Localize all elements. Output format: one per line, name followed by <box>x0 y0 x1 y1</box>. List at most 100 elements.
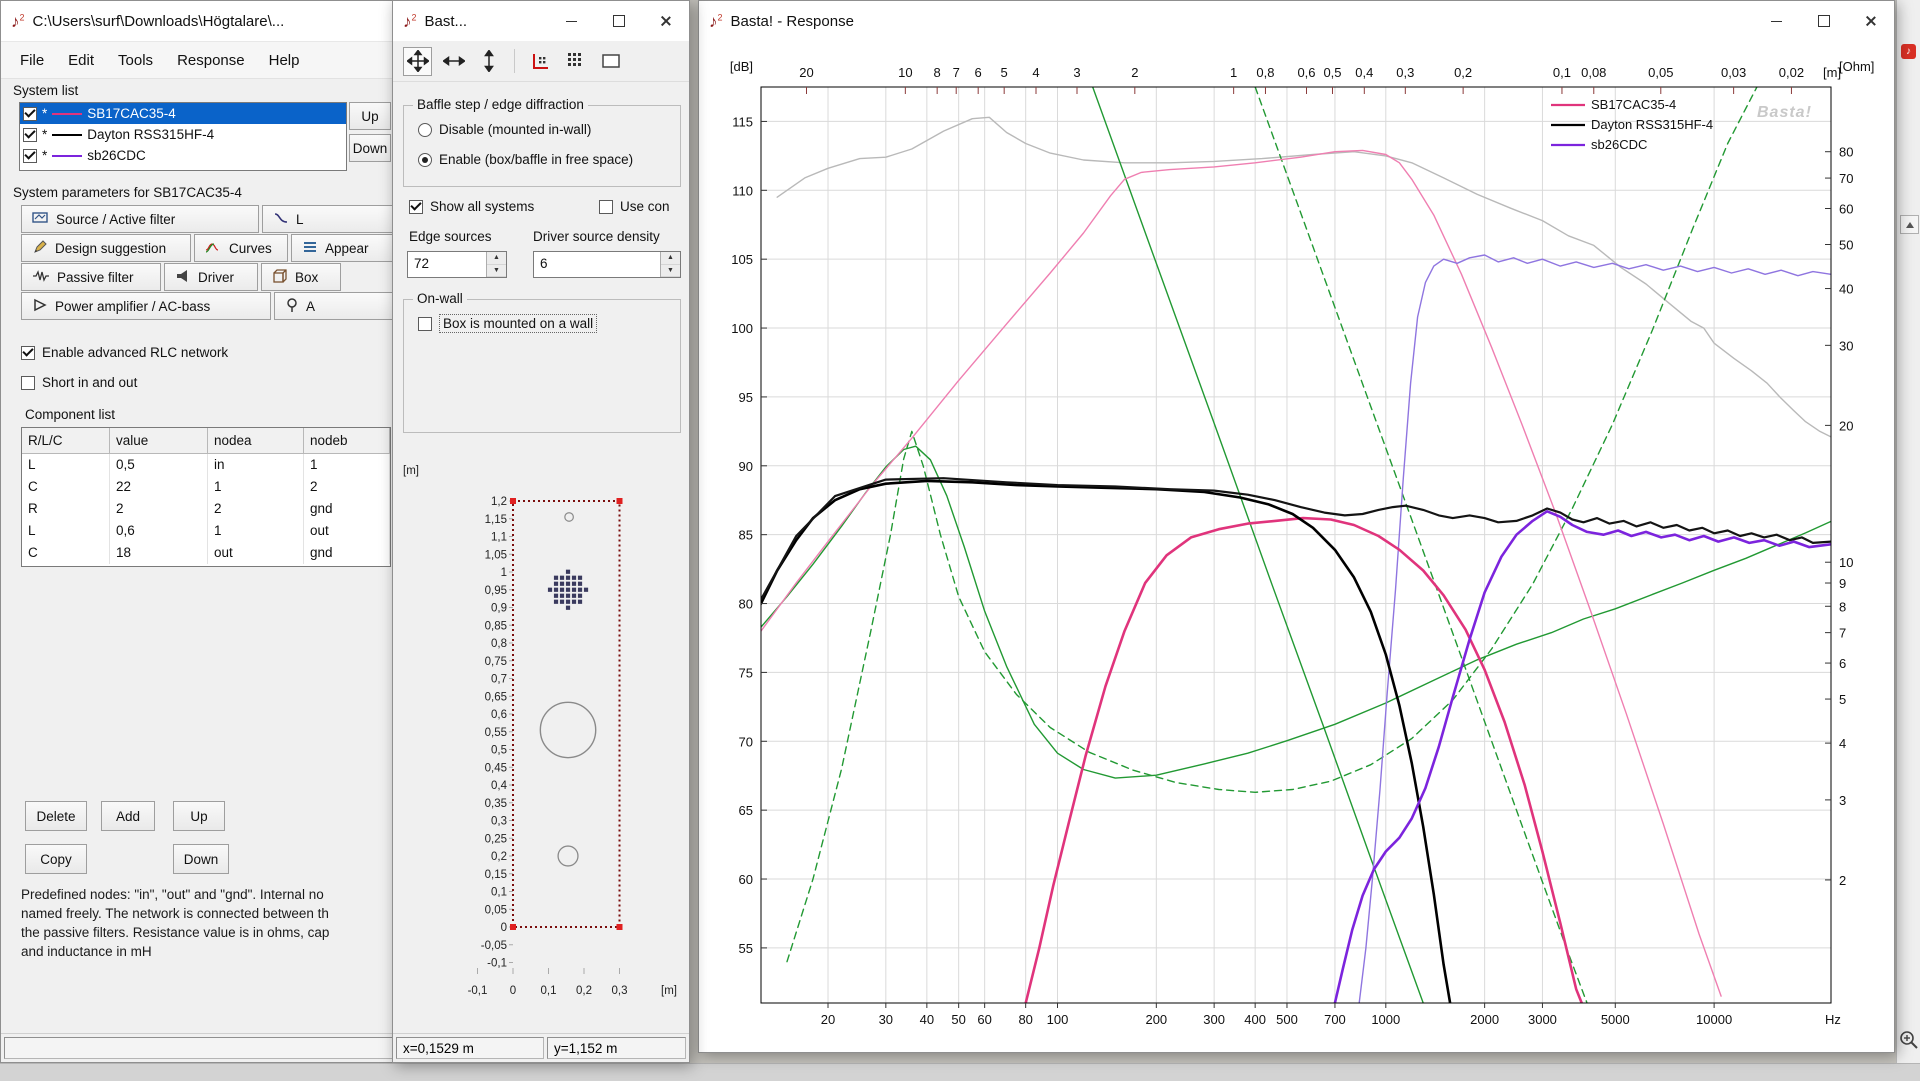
rlc-network-checkbox[interactable] <box>21 345 35 360</box>
system-list-item-sb26cdc[interactable]: * sb26CDC <box>20 145 346 166</box>
add-button[interactable]: Add <box>101 801 155 831</box>
rect-icon[interactable] <box>597 48 624 75</box>
box-on-wall-checkbox[interactable] <box>418 316 432 331</box>
driver-density-value[interactable]: 6 <box>534 252 660 277</box>
close-button[interactable] <box>1847 1 1894 41</box>
menu-tools[interactable]: Tools <box>107 47 164 74</box>
tab-l[interactable]: L <box>262 205 412 233</box>
scroll-up-button[interactable] <box>1900 215 1919 234</box>
menu-help[interactable]: Help <box>258 47 311 74</box>
baffle-window-titlebar[interactable]: ♪2 Bast... <box>393 1 689 42</box>
enable-freespace-row[interactable]: Enable (box/baffle in free space) <box>418 152 633 167</box>
column-header-rlc[interactable]: R/L/C <box>22 428 110 454</box>
driver-density-spinner[interactable]: 6 ▲ ▼ <box>533 251 681 278</box>
grid-icon[interactable] <box>562 48 589 75</box>
column-header-nodea[interactable]: nodea <box>208 428 304 454</box>
bottom-axis-labels: 20 30 40 50 60 80 100 200 300 400 500 700 1000 2000 30… <box>821 1003 1841 1027</box>
v-resize-icon[interactable] <box>475 48 502 75</box>
edge-sources-arrows[interactable]: ▲ ▼ <box>486 252 506 277</box>
edge-sources-value[interactable]: 72 <box>408 252 486 277</box>
system-visible-checkbox[interactable] <box>23 148 37 163</box>
short-in-out-checkbox[interactable] <box>21 375 35 390</box>
enable-freespace-radio[interactable] <box>418 152 432 167</box>
top-hole-circle[interactable] <box>564 512 574 522</box>
tab-source-active-filter[interactable]: Source / Active filter <box>21 205 259 233</box>
h-resize-icon[interactable] <box>440 48 467 75</box>
tab-passive-filter[interactable]: Passive filter <box>21 263 161 291</box>
baffle-shape[interactable] <box>510 498 623 930</box>
svg-text:0,05: 0,05 <box>1648 65 1673 80</box>
baffle-outline[interactable] <box>512 500 621 928</box>
disable-inwall-radio[interactable] <box>418 122 432 137</box>
baffle-layout-editor[interactable]: [m] 1,2 1,15 1,1 1,05 1 0,95 0,9 0,85 0,8 0,75 0,7 0… <box>393 456 689 1036</box>
delete-button[interactable]: Delete <box>25 801 87 831</box>
svg-text:0,8: 0,8 <box>491 638 507 650</box>
system-down-button[interactable]: Down <box>349 134 391 162</box>
amplifier-icon <box>32 297 48 316</box>
tweeter-source-cluster[interactable] <box>547 569 589 610</box>
zoom-in-icon[interactable] <box>1899 1030 1919 1050</box>
component-row-3[interactable]: R 2 2 gnd <box>22 498 390 520</box>
baffle-corner-handle[interactable] <box>616 498 623 504</box>
system-list-item-sb17cac35-4[interactable]: * SB17CAC35-4 <box>20 103 346 124</box>
short-in-out-row[interactable]: Short in and out <box>21 375 137 390</box>
component-row-2[interactable]: C 22 1 2 <box>22 476 390 498</box>
system-visible-checkbox[interactable] <box>23 106 37 121</box>
baffle-corner-handle[interactable] <box>616 924 623 930</box>
record-tool-icon[interactable]: ♪ <box>1901 44 1916 59</box>
use-con-checkbox[interactable] <box>599 199 613 214</box>
column-header-nodeb[interactable]: nodeb <box>304 428 390 454</box>
column-header-value[interactable]: value <box>110 428 208 454</box>
move-icon[interactable] <box>403 46 432 76</box>
menu-response[interactable]: Response <box>166 47 256 74</box>
tab-power-amplifier-ac-bass[interactable]: Power amplifier / AC-bass <box>21 292 271 320</box>
driver-density-arrows[interactable]: ▲ ▼ <box>660 252 680 277</box>
svg-text:0,3: 0,3 <box>491 816 507 828</box>
use-con-row[interactable]: Use con <box>599 199 689 214</box>
component-down-button[interactable]: Down <box>173 844 229 874</box>
svg-text:[Ohm]: [Ohm] <box>1839 59 1874 74</box>
response-window-titlebar[interactable]: ♪2 Basta! - Response <box>699 1 1894 42</box>
show-all-systems-checkbox[interactable] <box>409 199 423 214</box>
component-table: R/L/C value nodea nodeb L 0,5 in 1 C 22 1 2 R 2 2 gnd L 0… <box>21 427 391 567</box>
system-visible-checkbox[interactable] <box>23 127 37 142</box>
component-table-header: R/L/C value nodea nodeb <box>22 428 390 454</box>
baffle-corner-handle[interactable] <box>510 924 516 930</box>
maximize-button[interactable] <box>1800 1 1847 41</box>
copy-button[interactable]: Copy <box>25 844 87 874</box>
svg-text:300: 300 <box>1203 1012 1225 1027</box>
minimize-button[interactable] <box>548 1 595 41</box>
appearance-icon <box>302 240 318 257</box>
component-row-5[interactable]: C 18 out gnd <box>22 542 390 564</box>
disable-inwall-row[interactable]: Disable (mounted in-wall) <box>418 122 591 137</box>
curve-impedance <box>761 445 1831 779</box>
component-cell: C <box>22 476 110 498</box>
tab-design-suggestion[interactable]: Design suggestion <box>21 234 191 262</box>
component-up-button[interactable]: Up <box>173 801 225 831</box>
maximize-button[interactable] <box>595 1 642 41</box>
system-up-button[interactable]: Up <box>349 102 391 130</box>
svg-text:2000: 2000 <box>1470 1012 1499 1027</box>
minimize-button[interactable] <box>1753 1 1800 41</box>
woofer-circle[interactable] <box>539 701 597 759</box>
box-on-wall-row[interactable]: Box is mounted on a wall <box>418 314 598 333</box>
show-all-systems-row[interactable]: Show all systems <box>409 199 534 214</box>
rlc-network-row[interactable]: Enable advanced RLC network <box>21 345 228 360</box>
system-list-item-dayton rss315hf-4[interactable]: * Dayton RSS315HF-4 <box>20 124 346 145</box>
component-row-4[interactable]: L 0,6 1 out <box>22 520 390 542</box>
corner-grid-icon[interactable] <box>527 48 554 75</box>
component-row-1[interactable]: L 0,5 in 1 <box>22 454 390 476</box>
menu-file[interactable]: File <box>9 47 55 74</box>
tab-driver[interactable]: Driver <box>164 263 258 291</box>
port-circle[interactable] <box>557 845 579 867</box>
baffle-corner-handle[interactable] <box>510 498 516 504</box>
tab-a[interactable]: A <box>274 292 394 320</box>
edge-sources-spinner[interactable]: 72 ▲ ▼ <box>407 251 507 278</box>
tab-box[interactable]: Box <box>261 263 341 291</box>
menu-edit[interactable]: Edit <box>57 47 105 74</box>
close-button[interactable] <box>642 1 689 41</box>
tab-label: Box <box>295 269 319 285</box>
system-list-label: System list <box>13 83 79 98</box>
tab-curves[interactable]: Curves <box>194 234 288 262</box>
on-wall-group: On-wall Box is mounted on a wall <box>403 291 681 433</box>
